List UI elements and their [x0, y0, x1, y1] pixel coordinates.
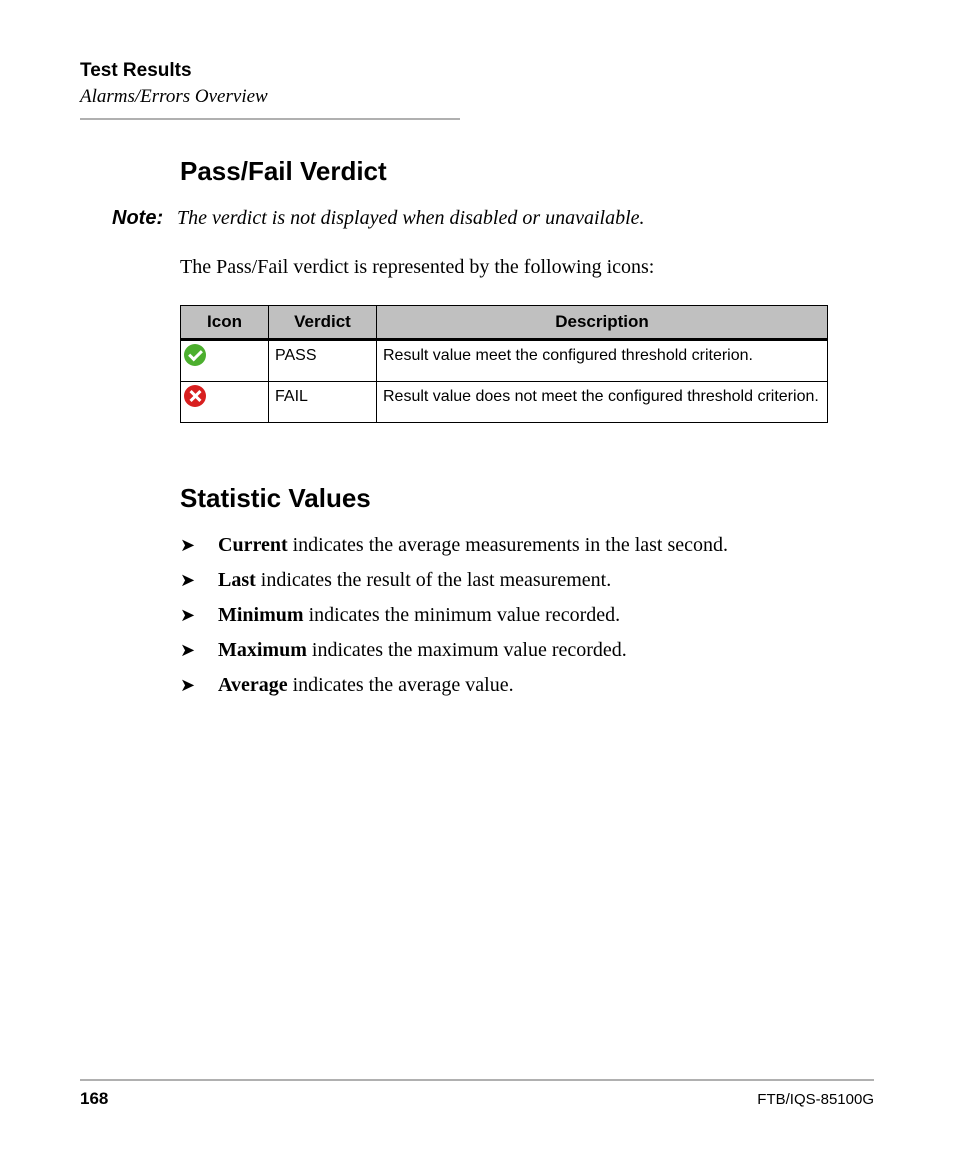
table-row: PASS Result value meet the configured th… [181, 340, 828, 382]
cell-icon-fail [181, 382, 269, 423]
list-item: Last indicates the result of the last me… [202, 569, 874, 592]
cell-description: Result value meet the configured thresho… [377, 340, 828, 382]
list-item: Minimum indicates the minimum value reco… [202, 604, 874, 627]
section-heading-stats: Statistic Values [180, 483, 874, 514]
cell-description: Result value does not meet the configure… [377, 382, 828, 423]
page-number: 168 [80, 1089, 108, 1109]
stat-desc: indicates the minimum value recorded. [304, 604, 621, 626]
stat-desc: indicates the average value. [288, 674, 514, 696]
th-verdict: Verdict [269, 306, 377, 340]
cell-verdict: FAIL [269, 382, 377, 423]
list-item: Maximum indicates the maximum value reco… [202, 639, 874, 662]
document-id: FTB/IQS-85100G [757, 1091, 874, 1108]
page-footer: 168 FTB/IQS-85100G [80, 1079, 874, 1109]
table-row: FAIL Result value does not meet the conf… [181, 382, 828, 423]
x-circle-icon [184, 385, 206, 407]
footer-row: 168 FTB/IQS-85100G [80, 1089, 874, 1109]
stat-list: Current indicates the average measuremen… [202, 534, 874, 697]
note-text: The verdict is not displayed when disabl… [177, 207, 645, 229]
stat-desc: indicates the average measurements in th… [288, 534, 728, 556]
cell-verdict: PASS [269, 340, 377, 382]
stat-term: Maximum [218, 639, 307, 661]
stat-term: Minimum [218, 604, 304, 626]
th-icon: Icon [181, 306, 269, 340]
list-item: Current indicates the average measuremen… [202, 534, 874, 557]
verdict-table: Icon Verdict Description PASS Result val… [180, 305, 828, 423]
section-heading-passfail: Pass/Fail Verdict [180, 156, 874, 187]
stat-desc: indicates the maximum value recorded. [307, 639, 627, 661]
header-rule [80, 118, 460, 120]
th-description: Description [377, 306, 828, 340]
header-title: Test Results [80, 60, 874, 82]
stat-term: Average [218, 674, 288, 696]
cell-icon-pass [181, 340, 269, 382]
table-header-row: Icon Verdict Description [181, 306, 828, 340]
check-circle-icon [184, 344, 206, 366]
page-content: Pass/Fail Verdict Note: The verdict is n… [180, 156, 874, 697]
page-header: Test Results Alarms/Errors Overview [80, 60, 874, 120]
intro-text: The Pass/Fail verdict is represented by … [180, 256, 874, 279]
note-label: Note: [112, 207, 172, 230]
stat-desc: indicates the result of the last measure… [256, 569, 611, 591]
footer-rule [80, 1079, 874, 1081]
stat-term: Last [218, 569, 256, 591]
stat-term: Current [218, 534, 288, 556]
header-subtitle: Alarms/Errors Overview [80, 86, 874, 108]
list-item: Average indicates the average value. [202, 674, 874, 697]
note-line: Note: The verdict is not displayed when … [112, 207, 874, 230]
